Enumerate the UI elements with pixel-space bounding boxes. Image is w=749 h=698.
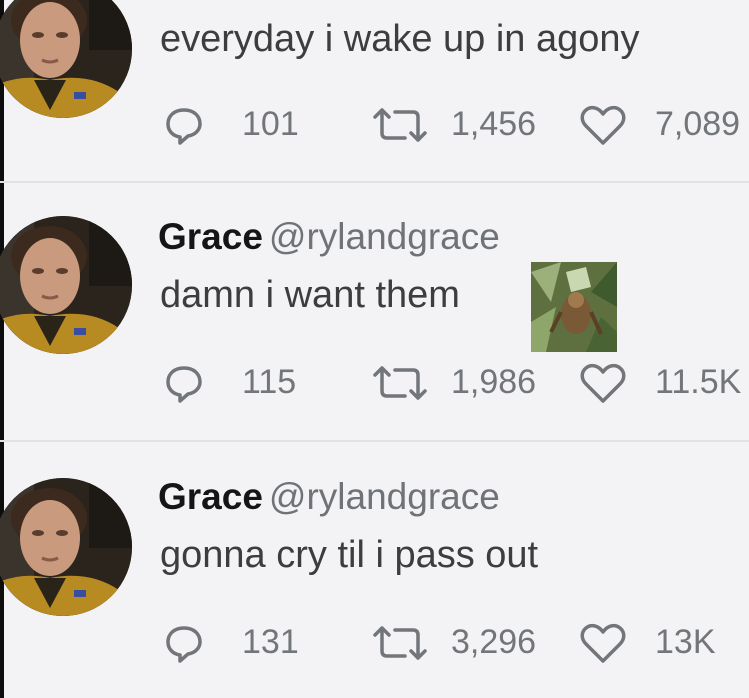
tweet-actions: 101 1,456 7,089: [164, 102, 749, 146]
retweet-arrows-icon: [373, 626, 427, 660]
tweet-actions: 115 1,986 11.5K: [164, 360, 749, 404]
tweet-header: Grace @rylandgrace: [158, 475, 500, 519]
reply-count: 131: [242, 623, 299, 661]
heart-icon: [580, 363, 626, 403]
retweet-count: 1,986: [451, 363, 537, 401]
avatar[interactable]: [0, 478, 132, 616]
speech-bubble-icon: [166, 626, 202, 663]
avatar[interactable]: [0, 0, 132, 118]
heart-icon: [580, 623, 626, 663]
like-count: 11.5K: [655, 363, 742, 401]
speech-bubble-icon: [166, 108, 202, 145]
user-handle[interactable]: @rylandgrace: [269, 216, 500, 257]
retweet-count: 1,456: [451, 105, 537, 143]
tweet-divider: [0, 440, 749, 442]
display-name[interactable]: Grace: [158, 216, 263, 257]
user-handle[interactable]: @rylandgrace: [269, 476, 500, 517]
reply-count: 101: [242, 105, 299, 143]
speech-bubble-icon: [166, 366, 202, 403]
tweet-text: everyday i wake up in agony: [160, 18, 640, 60]
retweet-arrows-icon: [373, 108, 427, 142]
tweet-divider: [0, 181, 749, 183]
display-name[interactable]: Grace: [158, 476, 263, 517]
tweet-header: Grace @rylandgrace: [158, 215, 500, 259]
inline-image[interactable]: [531, 262, 617, 352]
retweet-count: 3,296: [451, 623, 537, 661]
left-edge-border: [0, 0, 4, 698]
reply-count: 115: [242, 363, 297, 401]
like-count: 7,089: [655, 105, 741, 143]
like-count: 13K: [655, 623, 716, 661]
avatar[interactable]: [0, 216, 132, 354]
tweet-text: gonna cry til i pass out: [160, 534, 539, 576]
heart-icon: [580, 105, 626, 145]
tweet-text: damn i want them: [160, 274, 460, 316]
retweet-arrows-icon: [373, 366, 427, 400]
tweet-actions: 131 3,296 13K: [164, 620, 749, 664]
